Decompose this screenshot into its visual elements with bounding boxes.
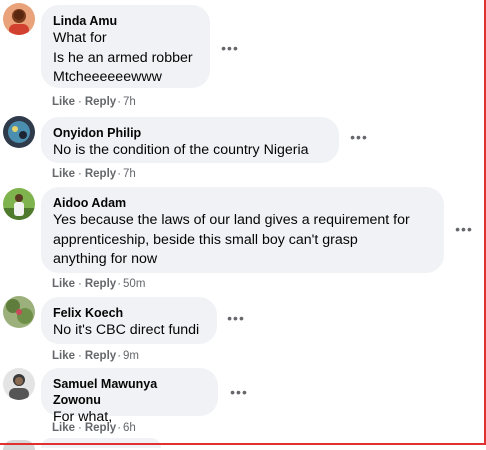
comment-author[interactable]: Felix Koech — [53, 305, 205, 321]
avatar[interactable] — [3, 368, 35, 400]
comment-author[interactable]: Onyidon Philip — [53, 125, 327, 141]
like-button[interactable]: Like — [52, 96, 75, 108]
more-options-icon[interactable]: ••• — [221, 41, 239, 55]
avatar[interactable] — [3, 3, 35, 35]
comment-bubble: Onyidon Philip No is the condition of th… — [41, 117, 339, 163]
avatar[interactable] — [3, 296, 35, 328]
separator: · — [78, 96, 82, 108]
comment-actions: Like · Reply· 50m — [52, 277, 145, 291]
reply-button[interactable]: Reply — [85, 350, 116, 362]
comment-author[interactable]: Samuel Mawunya Zowonu — [53, 376, 206, 408]
comment-bubble: Aidoo Adam Yes because the laws of our l… — [41, 187, 444, 273]
comment-bubble: Samuel Mawunya Zowonu For what, — [41, 368, 218, 425]
separator: · — [117, 96, 122, 108]
comment-actions: Like · Reply· 9m — [52, 349, 139, 363]
avatar — [3, 440, 35, 450]
timestamp[interactable]: 7h — [123, 168, 136, 180]
comment-actions: Like · Reply· 7h — [52, 167, 136, 181]
avatar[interactable] — [3, 116, 35, 148]
timestamp[interactable]: 9m — [123, 350, 139, 362]
like-button[interactable]: Like — [52, 278, 75, 290]
comment-text: No it's CBC direct fundi — [53, 322, 200, 338]
comment-text: What for Is he an armed robber Mtcheeeee… — [53, 30, 193, 85]
comment-bubble: Linda Amu What for Is he an armed robber… — [41, 5, 210, 88]
more-options-icon[interactable]: ••• — [227, 311, 245, 325]
avatar[interactable] — [3, 188, 35, 220]
like-button[interactable]: Like — [52, 422, 75, 434]
comment-actions: Like · Reply· 6h — [52, 421, 136, 435]
partial-comment-bubble — [41, 438, 161, 448]
more-options-icon[interactable]: ••• — [455, 222, 473, 236]
reply-button[interactable]: Reply — [85, 422, 116, 434]
like-button[interactable]: Like — [52, 350, 75, 362]
comment-text: Yes because the laws of our land gives a… — [53, 212, 410, 267]
separator: · — [117, 278, 122, 290]
more-options-icon[interactable]: ••• — [230, 385, 248, 399]
separator: · — [117, 168, 122, 180]
reply-button[interactable]: Reply — [85, 168, 116, 180]
timestamp[interactable]: 50m — [123, 278, 145, 290]
comment-text: No is the condition of the country Niger… — [53, 142, 309, 158]
more-options-icon[interactable]: ••• — [350, 130, 368, 144]
reply-button[interactable]: Reply — [85, 96, 116, 108]
separator: · — [78, 168, 82, 180]
comment-bubble: Felix Koech No it's CBC direct fundi — [41, 297, 217, 344]
separator: · — [78, 350, 82, 362]
like-button[interactable]: Like — [52, 168, 75, 180]
comment-author[interactable]: Aidoo Adam — [53, 195, 432, 211]
separator: · — [78, 278, 82, 290]
separator: · — [117, 422, 122, 434]
separator: · — [117, 350, 122, 362]
timestamp[interactable]: 7h — [123, 96, 136, 108]
reply-button[interactable]: Reply — [85, 278, 116, 290]
separator: · — [78, 422, 82, 434]
comment-author[interactable]: Linda Amu — [53, 13, 198, 29]
timestamp[interactable]: 6h — [123, 422, 136, 434]
comment-actions: Like · Reply· 7h — [52, 95, 136, 109]
